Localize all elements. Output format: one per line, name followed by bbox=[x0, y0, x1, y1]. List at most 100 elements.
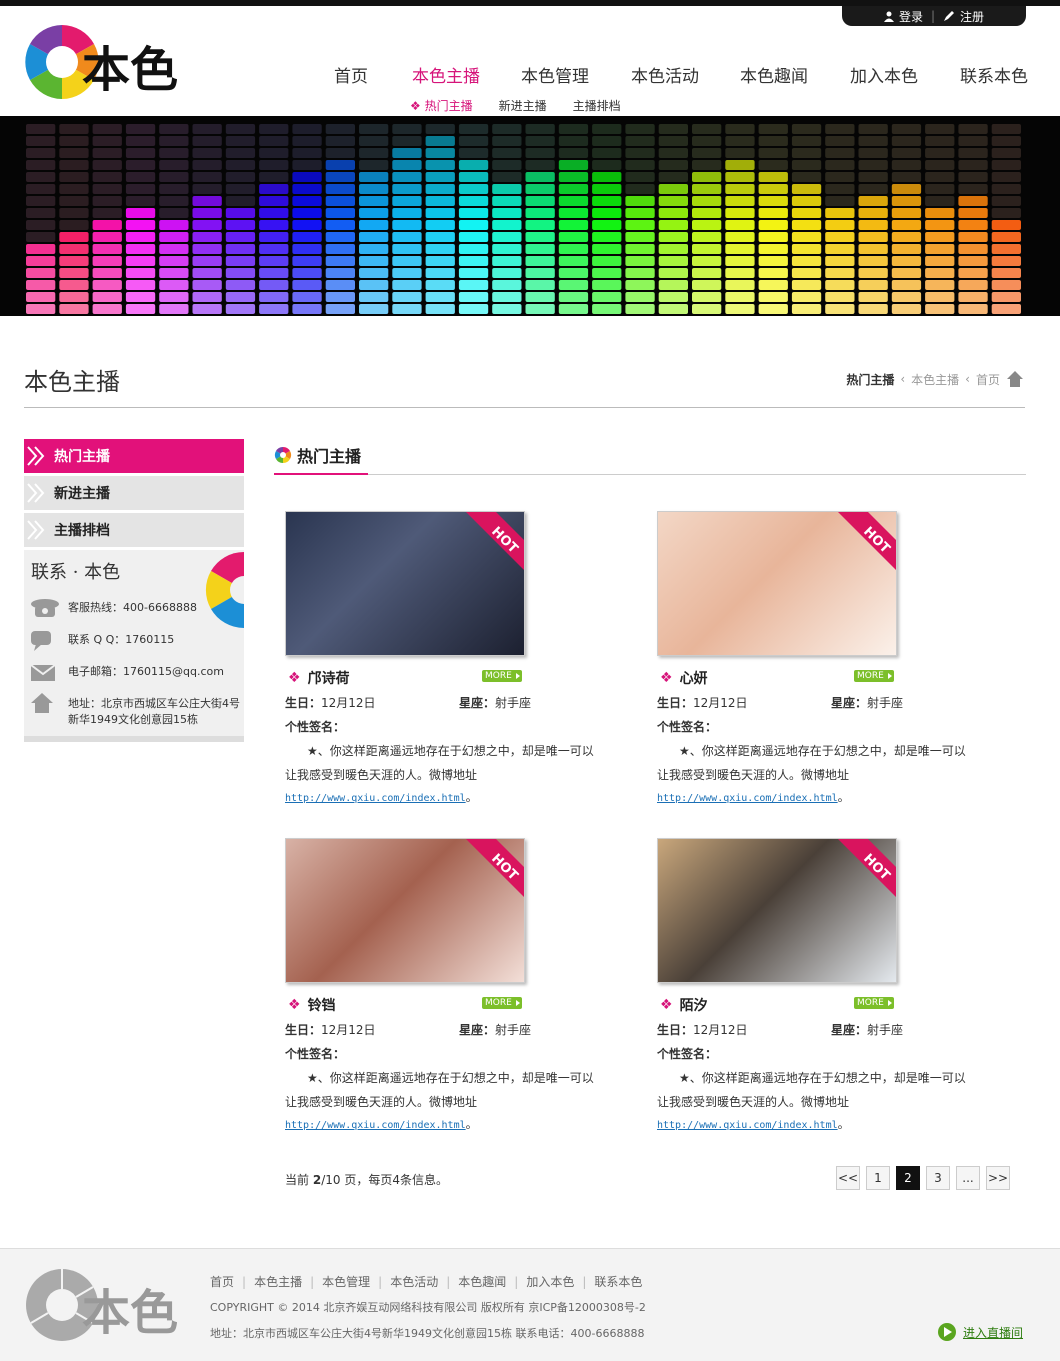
eq-cell bbox=[92, 244, 122, 254]
more-button[interactable]: MORE bbox=[854, 670, 894, 682]
weibo-link[interactable]: http://www.qxiu.com/index.html bbox=[657, 1120, 838, 1131]
eq-cell bbox=[592, 184, 622, 194]
site-logo[interactable]: 本色 bbox=[24, 22, 184, 102]
eq-cell bbox=[692, 232, 722, 242]
nav-home[interactable]: 首页 bbox=[334, 62, 368, 87]
more-button[interactable]: MORE bbox=[482, 997, 522, 1009]
subnav-schedule[interactable]: 主播排档 bbox=[573, 97, 621, 114]
weibo-link[interactable]: http://www.qxiu.com/index.html bbox=[285, 793, 466, 804]
streamer-photo[interactable]: HOT bbox=[285, 511, 525, 656]
eq-cell bbox=[392, 184, 422, 194]
streamer-sign: 星座：射手座 bbox=[831, 1023, 904, 1037]
eq-cell bbox=[225, 184, 256, 194]
footer-link-home[interactable]: 首页 bbox=[210, 1273, 234, 1290]
eq-cell bbox=[825, 136, 855, 146]
eq-cell bbox=[825, 196, 855, 206]
streamer-name[interactable]: ❖ 铃铛 bbox=[288, 995, 336, 1015]
eq-cell bbox=[259, 208, 289, 218]
weibo-link[interactable]: http://www.qxiu.com/index.html bbox=[657, 793, 838, 804]
eq-cell bbox=[725, 304, 755, 314]
eq-cell bbox=[925, 232, 955, 242]
login-link[interactable]: 登录 bbox=[883, 8, 923, 25]
register-link[interactable]: 注册 bbox=[943, 8, 984, 25]
subnav-hot[interactable]: ❖ 热门主播 bbox=[410, 97, 473, 114]
eq-cell bbox=[392, 232, 422, 242]
eq-cell bbox=[492, 184, 522, 194]
streamer-name[interactable]: ❖ 陌汐 bbox=[660, 995, 708, 1015]
pager-page-2[interactable]: 2 bbox=[896, 1166, 920, 1190]
contact-hotline: 客服热线：400-6668888 bbox=[68, 601, 197, 614]
eq-cell bbox=[758, 136, 788, 146]
eq-cell bbox=[458, 208, 489, 218]
banner bbox=[0, 116, 1060, 316]
eq-cell bbox=[525, 304, 555, 314]
streamer-name[interactable]: ❖ 邝诗荷 bbox=[288, 668, 350, 688]
eq-cell bbox=[325, 160, 355, 170]
pager-page-1[interactable]: 1 bbox=[866, 1166, 890, 1190]
eq-cell bbox=[658, 124, 688, 134]
footer-link-activities[interactable]: 本色活动 bbox=[390, 1273, 438, 1290]
footer-link-trivia[interactable]: 本色趣闻 bbox=[458, 1273, 506, 1290]
pager-next[interactable]: >> bbox=[986, 1166, 1010, 1190]
streamer-name[interactable]: ❖ 心妍 bbox=[660, 668, 708, 688]
nav-streamers[interactable]: 本色主播 bbox=[412, 62, 480, 87]
weibo-link[interactable]: http://www.qxiu.com/index.html bbox=[285, 1120, 466, 1131]
breadcrumb-home[interactable]: 首页 bbox=[976, 371, 1000, 388]
footer-link-contact[interactable]: 联系本色 bbox=[594, 1273, 642, 1290]
eq-cell bbox=[359, 172, 389, 182]
streamer-quote: ★、你这样距离遥远地存在于幻想之中，却是唯一可以 bbox=[307, 1071, 594, 1085]
nav-join[interactable]: 加入本色 bbox=[850, 62, 918, 87]
eq-cell bbox=[692, 172, 722, 182]
eq-cell bbox=[958, 304, 988, 314]
home-icon[interactable] bbox=[1006, 370, 1024, 388]
sidebar-item-hot[interactable]: 热门主播 bbox=[24, 439, 244, 473]
mail-icon bbox=[30, 664, 56, 681]
nav-trivia[interactable]: 本色趣闻 bbox=[740, 62, 808, 87]
eq-cell bbox=[758, 196, 788, 206]
footer-link-join[interactable]: 加入本色 bbox=[526, 1273, 574, 1290]
eq-cell bbox=[692, 196, 722, 206]
eq-cell bbox=[192, 172, 222, 182]
footer-copyright: COPYRIGHT © 2014 北京齐娱互动网络科技有限公司 版权所有 京IC… bbox=[210, 1301, 646, 1314]
nav-contact[interactable]: 联系本色 bbox=[960, 62, 1028, 87]
eq-cell bbox=[259, 292, 289, 302]
eq-cell bbox=[59, 220, 89, 230]
eq-cell bbox=[425, 292, 455, 302]
eq-cell bbox=[658, 232, 688, 242]
footer-link-streamers[interactable]: 本色主播 bbox=[254, 1273, 302, 1290]
eq-cell bbox=[159, 136, 189, 146]
more-button[interactable]: MORE bbox=[854, 997, 894, 1009]
eq-cell bbox=[925, 268, 955, 278]
eq-cell bbox=[791, 292, 822, 302]
streamer-photo[interactable]: HOT bbox=[657, 838, 897, 983]
sidebar-item-new[interactable]: 新进主播 bbox=[24, 476, 244, 510]
nav-management[interactable]: 本色管理 bbox=[521, 62, 589, 87]
eq-cell bbox=[325, 196, 355, 206]
eq-cell bbox=[259, 280, 289, 290]
eq-cell bbox=[92, 304, 122, 314]
pager-ellipsis[interactable]: ... bbox=[956, 1166, 980, 1190]
eq-cell bbox=[558, 304, 589, 314]
eq-cell bbox=[991, 160, 1021, 170]
footer-link-management[interactable]: 本色管理 bbox=[322, 1273, 370, 1290]
eq-cell bbox=[425, 136, 455, 146]
eq-cell bbox=[692, 136, 722, 146]
eq-cell bbox=[625, 124, 655, 134]
subnav-new[interactable]: 新进主播 bbox=[499, 97, 547, 114]
breadcrumb-section[interactable]: 本色主播 bbox=[911, 371, 959, 388]
pager-prev[interactable]: << bbox=[836, 1166, 860, 1190]
sidebar-item-schedule[interactable]: 主播排档 bbox=[24, 513, 244, 547]
nav-activities[interactable]: 本色活动 bbox=[631, 62, 699, 87]
streamer-birthday: 生日：12月12日 bbox=[657, 1023, 748, 1037]
eq-cell bbox=[625, 244, 655, 254]
eq-cell bbox=[359, 304, 389, 314]
enter-live-room-link[interactable]: 进入直播间 bbox=[937, 1322, 1023, 1342]
eq-cell bbox=[558, 220, 589, 230]
eq-cell bbox=[958, 232, 988, 242]
eq-cell bbox=[325, 280, 355, 290]
streamer-photo[interactable]: HOT bbox=[657, 511, 897, 656]
eq-cell bbox=[658, 244, 688, 254]
pager-page-3[interactable]: 3 bbox=[926, 1166, 950, 1190]
more-button[interactable]: MORE bbox=[482, 670, 522, 682]
streamer-photo[interactable]: HOT bbox=[285, 838, 525, 983]
